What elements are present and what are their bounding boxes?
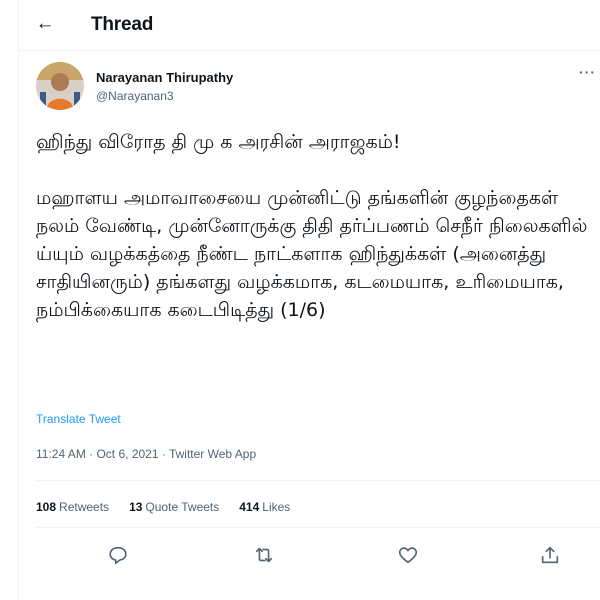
tweet-actions xyxy=(36,535,600,575)
avatar[interactable] xyxy=(36,62,84,110)
reply-icon[interactable] xyxy=(104,541,132,569)
divider xyxy=(36,480,600,481)
tweet-text: ஹிந்து விரோத தி மு க அரசின் அராஜகம்! மஹா… xyxy=(36,128,596,324)
translate-tweet-link[interactable]: Translate Tweet xyxy=(36,412,121,426)
divider xyxy=(36,527,600,528)
retweets-stat[interactable]: 108 Retweets xyxy=(36,500,109,514)
thread-panel: ← Thread Narayanan Thirupathy @Narayanan… xyxy=(18,0,600,600)
tweet-headline: ஹிந்து விரோத தி மு க அரசின் அராஜகம்! xyxy=(36,131,401,153)
page-title: Thread xyxy=(91,14,154,35)
more-options-icon[interactable]: ··· xyxy=(579,64,596,80)
tweet-timestamp[interactable]: 11:24 AM · Oct 6, 2021 · Twitter Web App xyxy=(36,447,256,461)
back-arrow-icon[interactable]: ← xyxy=(33,12,57,36)
thread-header: ← Thread xyxy=(19,0,600,51)
tweet-body: மஹாளய அமாவாசையை முன்னிட்டு தங்களின் குழந… xyxy=(36,187,588,321)
likes-stat[interactable]: 414 Likes xyxy=(239,500,290,514)
author-name[interactable]: Narayanan Thirupathy xyxy=(96,70,233,85)
quote-tweets-stat[interactable]: 13 Quote Tweets xyxy=(129,500,219,514)
author-handle[interactable]: @Narayanan3 xyxy=(96,89,174,103)
like-icon[interactable] xyxy=(394,541,422,569)
retweet-icon[interactable] xyxy=(250,541,278,569)
tweet-stats: 108 Retweets 13 Quote Tweets 414 Likes xyxy=(36,500,290,514)
share-icon[interactable] xyxy=(536,541,564,569)
